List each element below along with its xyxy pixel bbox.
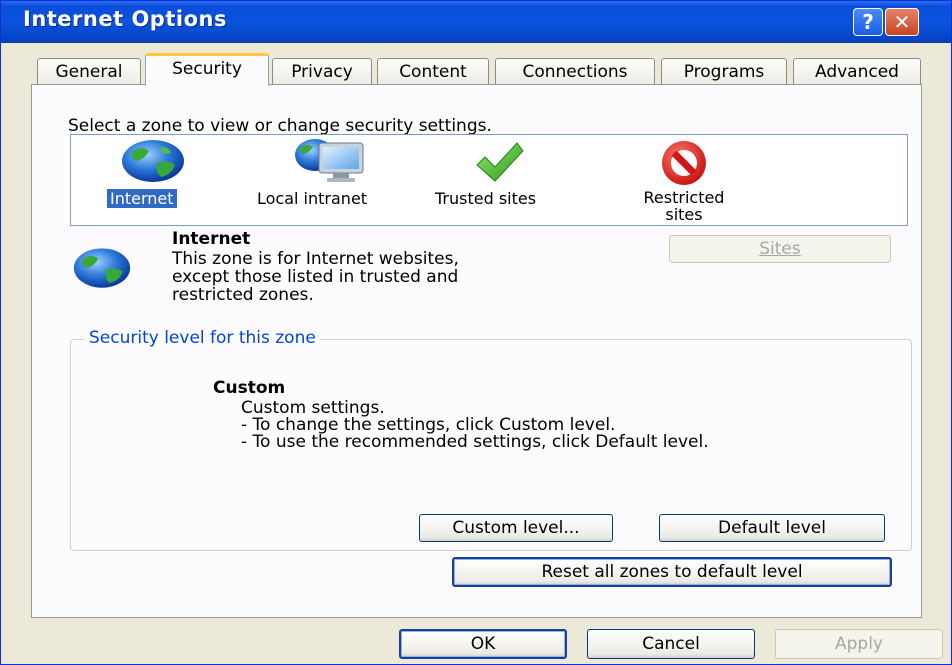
- zone-label-trusted-sites: Trusted sites: [435, 189, 537, 208]
- zone-item-internet[interactable]: Internet: [101, 137, 211, 208]
- zone-info-description: This zone is for Internet websites, exce…: [172, 250, 459, 304]
- window-title: Internet Options: [23, 7, 227, 31]
- reset-all-zones-button[interactable]: Reset all zones to default level: [452, 557, 892, 587]
- internet-options-dialog: Internet Options ? ✕ General Security Pr…: [0, 0, 952, 665]
- tab-connections[interactable]: Connections: [495, 58, 655, 84]
- custom-level-button[interactable]: Custom level...: [419, 514, 613, 542]
- zone-label-restricted-line1: Restricted: [643, 188, 725, 207]
- tab-general[interactable]: General: [37, 58, 141, 84]
- custom-level-button-label: Custom level...: [452, 518, 580, 538]
- tab-label: Content: [399, 61, 467, 82]
- tab-label: General: [55, 61, 123, 82]
- tab-label: Advanced: [815, 61, 899, 82]
- cancel-button[interactable]: Cancel: [587, 629, 755, 659]
- zone-desc-line: except those listed in trusted and: [172, 267, 459, 287]
- security-level-group: Security level for this zone Custom Cust…: [70, 328, 912, 551]
- tab-label: Programs: [683, 61, 765, 82]
- default-level-button-label: Default level: [718, 518, 826, 538]
- reset-all-zones-button-label: Reset all zones to default level: [541, 562, 803, 582]
- sites-button[interactable]: Sites: [669, 235, 891, 263]
- close-button[interactable]: ✕: [885, 8, 919, 36]
- apply-button-label: Apply: [835, 634, 883, 654]
- security-level-legend: Security level for this zone: [85, 328, 320, 348]
- security-level-name: Custom: [213, 378, 286, 398]
- zone-item-local-intranet[interactable]: Local intranet: [255, 137, 415, 208]
- sites-button-label: Sites: [759, 239, 801, 259]
- tab-programs[interactable]: Programs: [661, 58, 787, 84]
- no-entry-icon: [662, 141, 706, 185]
- level-desc-line: - To use the recommended settings, click…: [241, 432, 709, 452]
- tab-label: Privacy: [291, 61, 353, 82]
- zone-list: Internet Local intranet Trusted sites Re…: [70, 134, 908, 226]
- title-bar[interactable]: Internet Options ? ✕: [1, 1, 951, 43]
- security-level-description: Custom settings. - To change the setting…: [241, 400, 709, 451]
- cancel-button-label: Cancel: [642, 634, 700, 654]
- ok-button[interactable]: OK: [399, 629, 567, 659]
- zone-label-internet: Internet: [107, 189, 177, 208]
- zone-desc-line: This zone is for Internet websites,: [172, 249, 459, 269]
- globe-icon: [122, 140, 184, 182]
- zone-item-restricted-sites[interactable]: Restricted sites: [619, 137, 749, 223]
- zone-label-restricted-sites: Restricted sites: [619, 189, 749, 223]
- zone-item-trusted-sites[interactable]: Trusted sites: [431, 137, 581, 208]
- tab-label: Security: [172, 59, 242, 79]
- tab-label: Connections: [522, 61, 628, 82]
- zone-desc-line: restricted zones.: [172, 285, 314, 305]
- security-tab-panel: Select a zone to view or change security…: [31, 84, 922, 618]
- zone-info-title: Internet: [172, 229, 251, 249]
- default-level-button[interactable]: Default level: [659, 514, 885, 542]
- apply-button[interactable]: Apply: [775, 629, 943, 659]
- help-button[interactable]: ?: [853, 8, 883, 36]
- selected-zone-globe-icon: [73, 248, 131, 288]
- zone-label-local-intranet: Local intranet: [257, 189, 368, 208]
- intranet-icon: [295, 139, 364, 182]
- zone-prompt: Select a zone to view or change security…: [68, 116, 492, 136]
- zone-label-restricted-line2: sites: [665, 205, 703, 224]
- tab-privacy[interactable]: Privacy: [272, 58, 372, 84]
- help-icon: ?: [862, 10, 874, 34]
- checkmark-icon: [476, 142, 524, 182]
- close-icon: ✕: [893, 10, 911, 34]
- tab-content[interactable]: Content: [377, 58, 489, 84]
- ok-button-label: OK: [470, 634, 496, 654]
- tab-security[interactable]: Security: [145, 53, 269, 86]
- tab-advanced[interactable]: Advanced: [793, 58, 921, 84]
